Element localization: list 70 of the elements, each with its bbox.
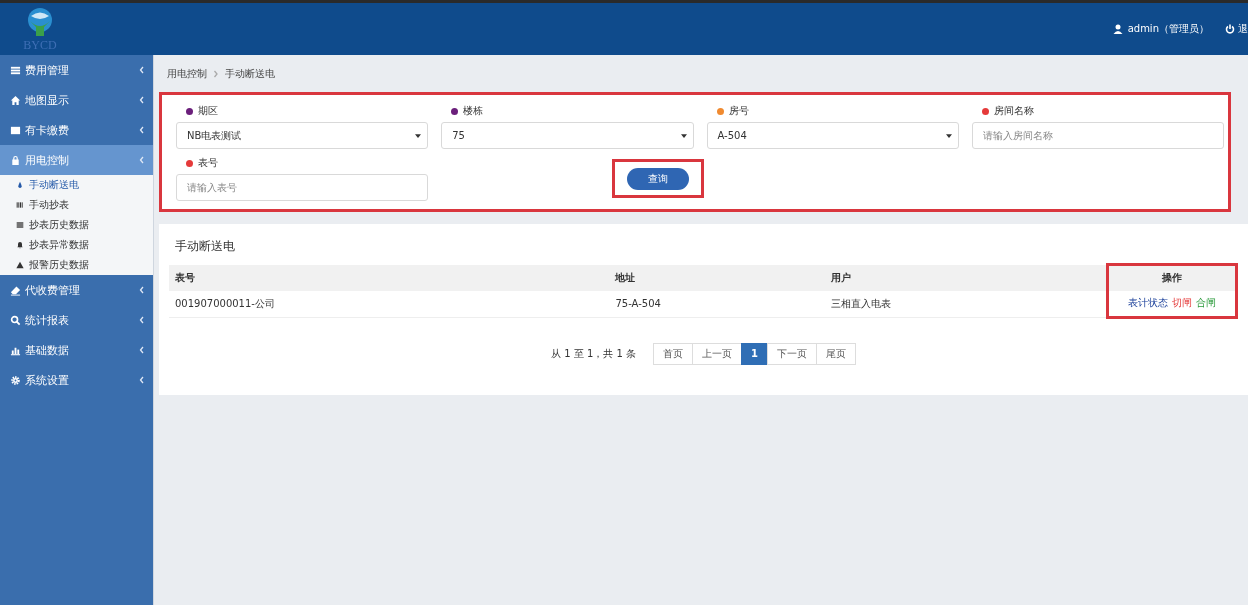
warning-icon: [16, 261, 24, 269]
select-field[interactable]: 75: [441, 122, 694, 149]
user-icon: [1112, 24, 1123, 34]
breadcrumb-separator-icon: [213, 69, 219, 78]
sidebar-item[interactable]: 系统设置: [0, 365, 153, 395]
query-button[interactable]: 查询: [626, 167, 689, 190]
field-label: 表号: [198, 156, 218, 170]
chevron-icon: [139, 376, 145, 384]
select-field[interactable]: NB电表测试: [176, 122, 429, 149]
lock-icon: [10, 154, 21, 166]
caret-icon: [415, 133, 422, 138]
column-header: 表号: [169, 264, 610, 291]
sidebar-item[interactable]: 基础数据: [0, 335, 153, 365]
settings-icon: [10, 374, 21, 386]
table-cell: 三相直入电表: [825, 290, 1108, 317]
field-label: 楼栋: [463, 104, 484, 118]
sidebar-item[interactable]: 有卡缴费: [0, 115, 153, 145]
page-button[interactable]: 下一页: [766, 342, 817, 365]
page-summary: 从 1 至 1，共 1 条: [551, 346, 636, 361]
page-button[interactable]: 首页: [653, 342, 693, 365]
page-button[interactable]: 尾页: [815, 342, 856, 365]
eraser-icon: [10, 284, 21, 296]
column-header: 操作: [1107, 264, 1237, 291]
submenu-item[interactable]: 手动抄表: [0, 195, 153, 215]
input-field[interactable]: 请输入表号: [176, 174, 429, 201]
chevron-icon: [139, 316, 145, 324]
caret-icon: [945, 133, 952, 138]
logout-link[interactable]: 退: [1225, 22, 1248, 36]
sidebar-item[interactable]: 费用管理: [0, 55, 153, 85]
column-header: 用户: [825, 264, 1108, 291]
section-title: 手动断送电: [175, 238, 236, 255]
card-icon: [10, 124, 21, 136]
sidebar-item[interactable]: 地图显示: [0, 85, 153, 115]
search-icon: [10, 314, 21, 326]
power-icon: [1225, 24, 1235, 34]
sidebar-item[interactable]: 统计报表: [0, 305, 153, 335]
sidebar-item[interactable]: 代收费管理: [0, 275, 153, 305]
field-label: 期区: [198, 104, 218, 118]
select-field[interactable]: A-504: [706, 122, 959, 149]
home-icon: [10, 94, 21, 106]
table-cell: 001907000011-公司: [169, 290, 610, 317]
field-label: 房间名称: [993, 104, 1034, 118]
bars-icon: [16, 201, 24, 209]
field-label: 房号: [728, 104, 749, 118]
action-link[interactable]: 表计状态: [1128, 297, 1168, 308]
breadcrumb-item[interactable]: 用电控制: [167, 66, 207, 81]
user-menu[interactable]: admin（管理员）: [1112, 22, 1209, 36]
list-icon: [16, 221, 24, 229]
submenu-item[interactable]: 抄表异常数据: [0, 235, 153, 255]
drop-icon: [16, 181, 24, 189]
caret-icon: [680, 133, 687, 138]
bell-icon: [16, 241, 24, 249]
breadcrumb-item: 手动断送电: [225, 66, 275, 81]
page-button[interactable]: 1: [741, 342, 768, 365]
chevron-icon: [139, 156, 145, 164]
chevron-icon: [139, 126, 145, 134]
action-link[interactable]: 合闸: [1196, 297, 1216, 308]
list-icon: [10, 64, 21, 76]
submenu-item[interactable]: 报警历史数据: [0, 255, 153, 275]
chevron-icon: [139, 346, 145, 354]
input-field[interactable]: 请输入房间名称: [971, 122, 1224, 149]
chevron-icon: [139, 96, 145, 104]
chevron-icon: [139, 66, 145, 74]
page-button[interactable]: 上一页: [692, 342, 742, 365]
chevron-icon: [139, 286, 145, 294]
submenu-item[interactable]: 手动断送电: [0, 175, 153, 195]
table-cell: 75-A-504: [609, 290, 826, 317]
column-header: 地址: [609, 264, 826, 291]
action-link[interactable]: 切闸: [1172, 297, 1192, 308]
submenu-item[interactable]: 抄表历史数据: [0, 215, 153, 235]
